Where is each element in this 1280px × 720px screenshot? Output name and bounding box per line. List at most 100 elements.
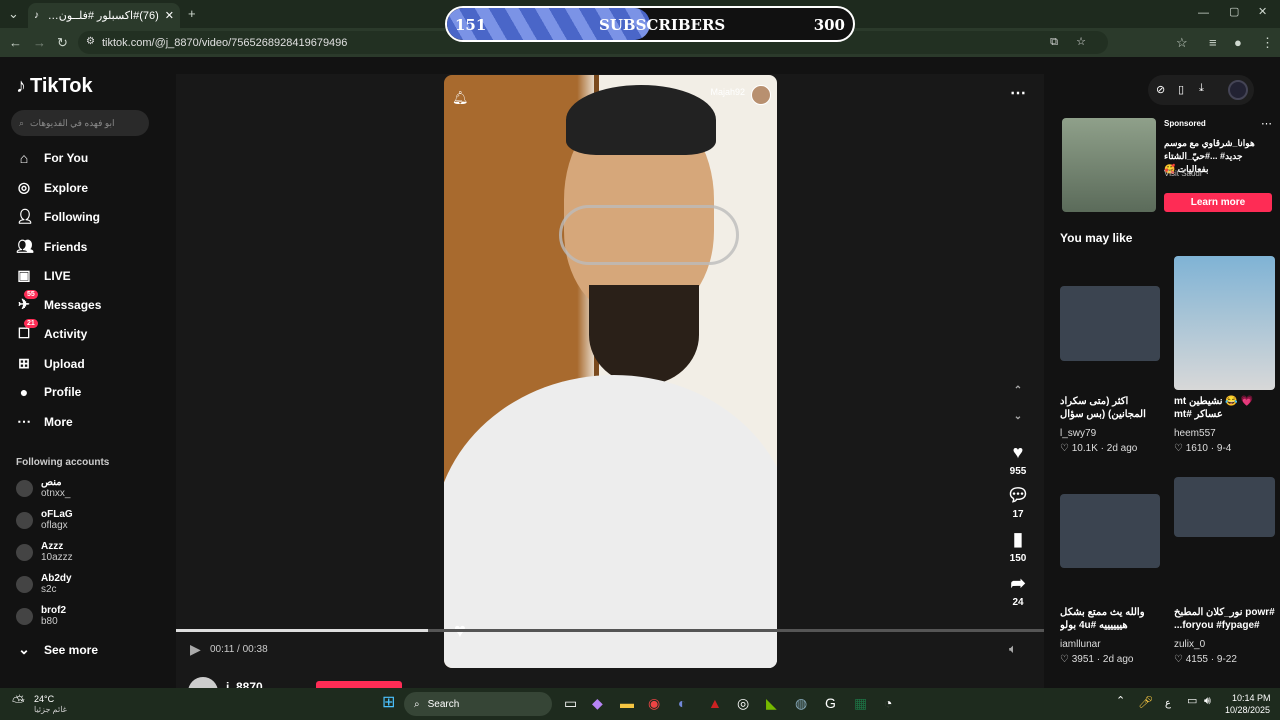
volume-tray-icon[interactable]: 🔊︎ <box>1204 696 1211 707</box>
prev-video-icon[interactable]: ⌃ <box>1006 385 1030 396</box>
following-account[interactable]: oFLaG oflagx <box>16 509 73 531</box>
video-frame[interactable]: Majah92 🔔︎ ♥ <box>444 75 777 668</box>
maximize-icon[interactable]: ▢ <box>1229 7 1239 18</box>
chrome-icon[interactable]: ◉ <box>648 696 660 710</box>
learn-more-button[interactable]: Learn more <box>1164 193 1272 212</box>
excel-icon[interactable]: ▦ <box>854 696 867 710</box>
following-account[interactable]: منص otnxx_ <box>16 477 70 499</box>
taskbar-search[interactable]: ⌕ Search <box>404 692 552 716</box>
sidebar-item-for-you[interactable]: ⌂ For You <box>16 150 88 166</box>
suggestion-user[interactable]: iamllunar <box>1060 639 1101 650</box>
sidebar-item-upload[interactable]: ⊞ Upload <box>16 355 85 372</box>
profile-avatar-icon[interactable]: ● <box>1234 36 1242 49</box>
new-tab-icon[interactable]: + <box>188 7 196 20</box>
copilot-icon[interactable]: ◆ <box>592 696 603 710</box>
comment-button[interactable]: 💬︎ 17 <box>1006 485 1030 520</box>
suggestion-user[interactable]: l_swy79 <box>1060 428 1096 439</box>
taskbar-search-icon: ⌕ <box>414 698 420 710</box>
clock-time[interactable]: 10:14 PM <box>1232 693 1271 703</box>
see-more-button[interactable]: ⌄ See more <box>16 641 98 658</box>
windows-taskbar: ⛅︎ 24°C غائم جزئيا ⊞ ⌕ Search ▭ ◆ ▬ ◉ ◐ … <box>0 688 1280 720</box>
person-glasses <box>559 205 739 265</box>
sidebar-item-label: More <box>44 414 73 429</box>
suggestion-user[interactable]: heem557 <box>1174 428 1216 439</box>
suggestion-thumbnail[interactable] <box>1060 494 1160 568</box>
forward-icon[interactable]: → <box>33 36 46 49</box>
suggestion-thumbnail[interactable] <box>1060 286 1160 361</box>
suggestion-caption[interactable]: اكثر (متى سكراد المجانين) (بس سؤال عندهم… <box>1060 395 1164 421</box>
tray-chevron-icon[interactable]: ⌃ <box>1116 696 1125 707</box>
suggestion-caption[interactable]: والله يث ممتع بشكل هييييييه #4u بولو #ال… <box>1060 606 1164 632</box>
active-app-icon[interactable]: ◔ <box>884 696 892 710</box>
sidebar-item-messages[interactable]: ✈︎ 55 Messages <box>16 290 101 313</box>
like-button[interactable]: ♥ 955 <box>1006 442 1030 477</box>
comment-icon: 💬︎ <box>1006 485 1030 505</box>
back-icon[interactable]: ← <box>9 36 22 49</box>
task-view-icon[interactable]: ▭ <box>564 696 577 710</box>
volume-icon[interactable]: 🔈︎ <box>1009 641 1017 657</box>
ad-thumbnail[interactable] <box>1062 118 1156 212</box>
suggestion-caption[interactable]: #powr نور_كلان المطبخ #foryou #fypage... <box>1174 606 1278 632</box>
account-name: oFLaG <box>41 509 73 520</box>
sidebar-item-following[interactable]: 👤︎ Following <box>16 208 100 225</box>
suggestion-caption[interactable]: 💗 😂 نشيطين mt عساكر #mt #شرق_ام_فايف <box>1174 395 1278 421</box>
video-progress-bar[interactable] <box>176 629 1044 632</box>
app-red-icon[interactable]: ▲ <box>708 696 722 710</box>
logo-text: TikTok <box>30 75 93 97</box>
sidebar-item-more[interactable]: ⋯ More <box>16 413 73 430</box>
sidebar-item-explore[interactable]: ◎ Explore <box>16 179 88 196</box>
clock-date[interactable]: 10/28/2025 <box>1225 705 1270 715</box>
suggestion-thumbnail[interactable] <box>1174 256 1275 390</box>
play-button[interactable]: ▶ <box>190 641 201 658</box>
start-icon[interactable]: ⊞ <box>382 695 395 711</box>
media-icon[interactable]: ≡ <box>1209 36 1217 49</box>
extensions-icon[interactable]: ☆ <box>1176 36 1188 49</box>
cast-icon[interactable]: ⧉ <box>1050 36 1058 49</box>
sidebar: ♪ TikTok ⌕ ابو فهده في الفديوهات ⌂ For Yo… <box>0 57 160 688</box>
reload-icon[interactable]: ↻ <box>57 36 68 49</box>
following-account[interactable]: Ab2dy s2c <box>16 573 72 595</box>
weather-icon[interactable]: ⛅︎ <box>12 694 25 712</box>
search-input[interactable]: ⌕ ابو فهده في الفديوهات <box>11 110 149 136</box>
app-g-icon[interactable]: G <box>825 696 836 710</box>
user-avatar-icon[interactable] <box>1228 80 1248 100</box>
heart-outline-icon: ♡ <box>1060 443 1072 454</box>
sidebar-item-friends[interactable]: 👥︎ Friends <box>16 238 87 255</box>
browser-menu-icon[interactable]: ⋮ <box>1261 36 1274 49</box>
tab-close-icon[interactable]: ✕ <box>165 9 174 22</box>
file-explorer-icon[interactable]: ▬ <box>620 696 634 710</box>
language-indicator[interactable]: ع <box>1165 698 1171 709</box>
sidebar-item-profile[interactable]: ● Profile <box>16 384 82 400</box>
tab-search-icon[interactable]: ⌄ <box>8 7 19 20</box>
save-button[interactable]: ▮ 150 <box>1006 529 1030 564</box>
following-account[interactable]: brof2 b80 <box>16 605 66 627</box>
suggestion-thumbnail[interactable] <box>1174 477 1275 537</box>
person-hair <box>566 85 716 155</box>
steam-icon[interactable]: ◍ <box>795 696 807 710</box>
suggestion-user[interactable]: zulix_0 <box>1174 639 1205 650</box>
sidebar-item-live[interactable]: ▣ LIVE <box>16 267 70 284</box>
following-account[interactable]: Azzz 10azzz <box>16 541 73 563</box>
mobile-icon[interactable]: ▯ <box>1178 83 1184 96</box>
close-window-icon[interactable]: ✕ <box>1258 7 1267 18</box>
live-icon: ▣ <box>17 267 31 283</box>
sidebar-item-activity[interactable]: ☐ 21 Activity <box>16 319 87 342</box>
nav-badge: 21 <box>24 319 38 328</box>
microphone-icon[interactable]: 🎤︎ <box>1138 696 1153 708</box>
share-button[interactable]: ➦ 24 <box>1006 573 1030 608</box>
filter-icon[interactable]: ⊘ <box>1156 83 1165 96</box>
next-video-icon[interactable]: ⌄ <box>1006 411 1030 422</box>
browser-tab[interactable]: ♪ (76)#اكسبلور #فلـ‍ـون #MT# ... ✕ <box>28 3 180 28</box>
network-icon[interactable]: ▭ <box>1187 696 1197 707</box>
discord-icon[interactable]: ◐ <box>678 696 686 710</box>
more-options-icon[interactable]: ⋯ <box>1006 83 1030 103</box>
obs-icon[interactable]: ◎ <box>737 696 749 710</box>
nvidia-icon[interactable]: ◣ <box>766 696 777 710</box>
bookmark-star-icon[interactable]: ☆ <box>1076 35 1086 48</box>
ad-more-icon[interactable]: ⋯ <box>1261 117 1272 130</box>
download-icon[interactable]: ⤓ <box>1199 82 1204 95</box>
site-info-icon[interactable]: ⚙ <box>86 36 95 47</box>
upload-icon: ⊞ <box>18 355 30 371</box>
minimize-icon[interactable]: — <box>1198 8 1209 19</box>
tiktok-logo[interactable]: ♪ TikTok <box>16 75 93 98</box>
